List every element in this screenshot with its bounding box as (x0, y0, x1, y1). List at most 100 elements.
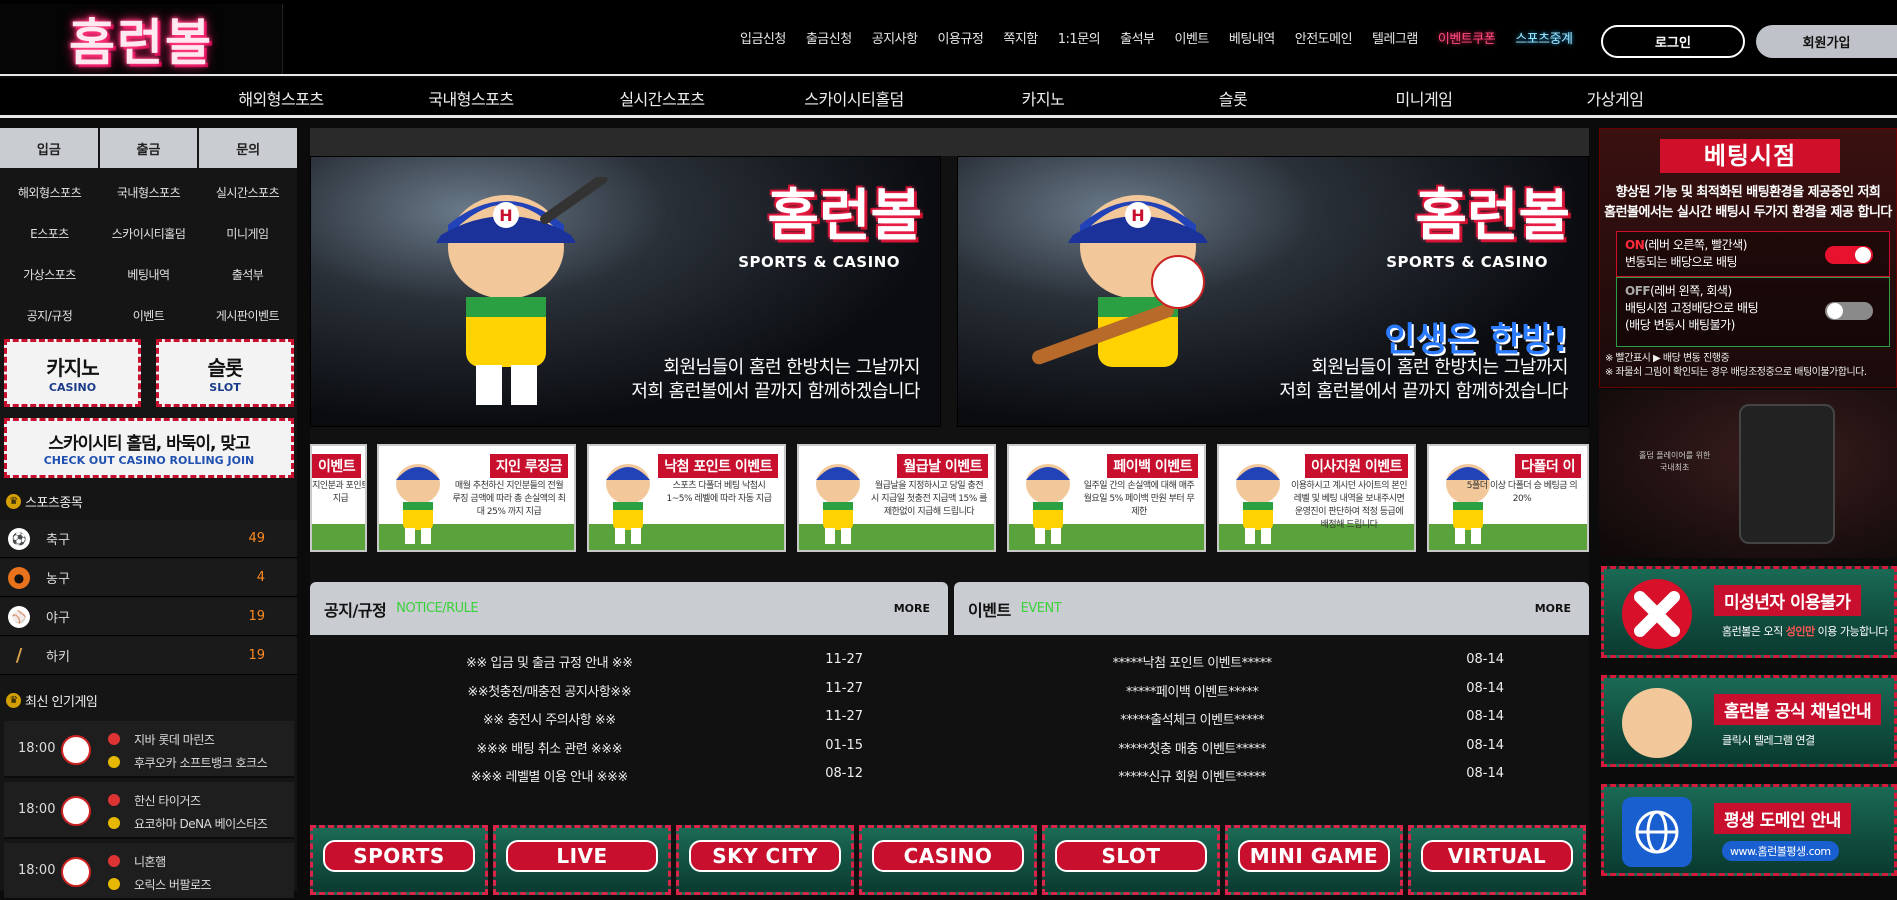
top-nav-item[interactable]: 1:1문의 (1048, 28, 1110, 47)
notice-row[interactable]: ※※※ 레벨별 이용 안내 ※※※ 08-12 (310, 759, 948, 787)
player-mascot-icon (593, 456, 663, 546)
site-logo[interactable]: 홈런볼 (0, 4, 283, 74)
sidebar-menu-item[interactable]: 게시판이벤트 (198, 295, 297, 336)
sidebar-menu-item[interactable]: 스카이시티홀덤 (99, 213, 198, 254)
toggle-switch-on[interactable] (1825, 246, 1873, 264)
game-row[interactable]: 18:00 한신 타이거즈 요코하마 DeNA 베이스타즈 (4, 782, 294, 839)
main-nav-item[interactable]: 슬롯 (1219, 86, 1248, 110)
join-button[interactable]: 회원가입 (1756, 25, 1897, 58)
promo-card[interactable]: 페이백 이벤트 일주일 간의 손실액에 대해 매주 월요일 5% 페이백 만원 부… (1007, 444, 1206, 552)
top-nav-item[interactable]: 이벤트 (1165, 28, 1219, 47)
top-nav-item[interactable]: 출금신청 (796, 28, 862, 47)
holdem-phone-banner[interactable]: 홀덤 플레이어를 위한 국내최초 (1599, 390, 1897, 558)
sidebar-menu-item[interactable]: 베팅내역 (99, 254, 198, 295)
promo-card[interactable]: 다폴더 이 5폴더 이상 다폴더 승 베팅금 의 20% (1427, 444, 1589, 552)
notice-row-title: ※※첫충전/매충전 공지사항※※ (467, 684, 632, 700)
sidebar-menu-item[interactable]: E스포츠 (0, 213, 99, 254)
sidebar-menu-item[interactable]: 해외형스포츠 (0, 172, 99, 213)
promo-card[interactable]: 낙첨 포인트 이벤트 스포츠 다폴더 베팅 낙첨시 1~5% 레벨에 따라 자동 … (587, 444, 786, 552)
event-row[interactable]: *****페이백 이벤트***** 08-14 (954, 674, 1589, 702)
sidebar-menu-item[interactable]: 실시간스포츠 (198, 172, 297, 213)
sidebar-menu-grid: 해외형스포츠 국내형스포츠 실시간스포츠 E스포츠 스카이시티홀덤 미니게임가상스포츠 베팅… (0, 172, 297, 336)
main-nav-item[interactable]: 실시간스포츠 (619, 86, 705, 110)
away-team: 오릭스 버팔로즈 (134, 878, 212, 892)
main-nav-item[interactable]: 해외형스포츠 (238, 86, 324, 110)
sidebar-menu-item[interactable]: 가상스포츠 (0, 254, 99, 295)
category-casino[interactable]: CASINO (859, 825, 1037, 895)
promo-desc: 5폴더 이상 다폴더 승 베팅금 의 20% (1466, 481, 1578, 504)
sport-count: 19 (248, 648, 265, 663)
top-nav-item[interactable]: 이용규정 (928, 28, 994, 47)
promo-title: 이벤트 (312, 454, 362, 478)
sidebar-menu-item[interactable]: 공지/규정 (0, 295, 99, 336)
promo-card[interactable]: 이사지원 이벤트 이용하시고 계시던 사이트의 본인 레벨 및 베팅 내역을 보내… (1217, 444, 1416, 552)
top-nav-item[interactable]: 공지사항 (862, 28, 928, 47)
casino-banner[interactable]: 카지노 CASINO (4, 339, 141, 407)
hero-banner-2[interactable]: H 홈런볼 SPORTS & CASINO 인생은 한방! 회원님들이 홈런 한… (957, 156, 1589, 427)
bet-timing-desc: 향상된 기능 및 최적화된 배팅환경을 제공중인 저희 홈런볼에서는 실시간 배팅… (1604, 185, 1892, 220)
tab-deposit[interactable]: 입금 (0, 128, 98, 168)
promo-card[interactable]: 지인 루징금 매월 추천하신 지인분들의 전월 루징 금액에 따라 총 손실액의 … (377, 444, 576, 552)
notice-more-link[interactable]: MORE (894, 602, 930, 615)
holdem-banner[interactable]: 스카이시티 홀덤, 바둑이, 맞고 CHECK OUT CASINO ROLLI… (4, 418, 294, 478)
top-nav-item[interactable]: 이벤트쿠폰 (1428, 28, 1505, 47)
top-nav-item[interactable]: 입금신청 (730, 28, 796, 47)
event-row[interactable]: *****신규 회원 이벤트***** 08-14 (954, 759, 1589, 787)
event-more-link[interactable]: MORE (1535, 602, 1571, 615)
slot-banner-sub: SLOT (209, 381, 241, 394)
adult-only-banner[interactable]: 미성년자 이용불가 홈런볼은 오직 성인만 이용 가능합니다 (1601, 566, 1897, 658)
main-nav-item[interactable]: 국내형스포츠 (428, 86, 514, 110)
game-row[interactable]: 18:00 지바 롯데 마린즈 후쿠오카 소프트뱅크 호크스 (4, 721, 294, 778)
sport-row[interactable]: ● 농구 4 (0, 559, 297, 597)
top-nav-item[interactable]: 스포츠중계 (1505, 28, 1582, 47)
event-row-title: *****첫충 매충 이벤트***** (1118, 741, 1266, 757)
top-nav-item[interactable]: 출석부 (1110, 28, 1164, 47)
notice-row-date: 08-12 (825, 766, 863, 781)
event-row[interactable]: *****낙첨 포인트 이벤트***** 08-14 (954, 645, 1589, 673)
sport-name: 야구 (46, 611, 70, 626)
category-mini-game[interactable]: MINI GAME (1225, 825, 1403, 895)
main-nav-item[interactable]: 가상게임 (1587, 86, 1644, 110)
category-virtual[interactable]: VIRTUAL (1408, 825, 1586, 895)
sport-count: 49 (248, 531, 265, 546)
hero-banner-1[interactable]: H 홈런볼 SPORTS & CASINO 회원님들이 홈런 한방치는 그날까지… (310, 156, 941, 427)
game-row[interactable]: 18:00 니혼햄 오릭스 버팔로즈 (4, 843, 294, 900)
sport-row[interactable]: ⚾ 야구 19 (0, 598, 297, 636)
sidebar-menu-item[interactable]: 국내형스포츠 (99, 172, 198, 213)
category-live[interactable]: LIVE (493, 825, 671, 895)
sport-row[interactable]: / 하키 19 (0, 637, 297, 675)
category-sky-city[interactable]: SKY CITY (676, 825, 854, 895)
domain-banner[interactable]: 평생 도메인 안내 www.홈런볼평생.com (1601, 784, 1897, 876)
event-row-date: 08-14 (1466, 709, 1504, 724)
main-nav: 해외형스포츠 국내형스포츠 실시간스포츠 스카이시티홀덤 카지노 슬롯 미니게임 가상게임 (0, 78, 1897, 118)
notice-row[interactable]: ※※첫충전/매충전 공지사항※※ 11-27 (310, 674, 948, 702)
svg-text:H: H (499, 206, 512, 225)
main-nav-item[interactable]: 미니게임 (1396, 86, 1453, 110)
notice-row[interactable]: ※※ 입금 및 출금 규정 안내 ※※ 11-27 (310, 645, 948, 673)
notice-row[interactable]: ※※※ 배팅 취소 관련 ※※※ 01-15 (310, 731, 948, 759)
top-nav-item[interactable]: 베팅내역 (1219, 28, 1285, 47)
tab-inquiry[interactable]: 문의 (199, 128, 298, 168)
main-nav-item[interactable]: 스카이시티홀덤 (804, 86, 904, 110)
telegram-channel-banner[interactable]: 홈런볼 공식 채널안내 클릭시 텔레그램 연결 (1601, 675, 1897, 767)
sidebar-menu-item[interactable]: 출석부 (198, 254, 297, 295)
promo-card[interactable]: 이벤트 지인분과 포인트 지급 (310, 444, 367, 552)
slot-banner[interactable]: 슬롯 SLOT (156, 339, 294, 407)
top-nav-item[interactable]: 텔레그램 (1362, 28, 1428, 47)
top-nav-item[interactable]: 안전도메인 (1285, 28, 1362, 47)
event-row[interactable]: *****출석체크 이벤트***** 08-14 (954, 702, 1589, 730)
main-nav-item[interactable]: 카지노 (1022, 86, 1065, 110)
sport-count: 19 (248, 609, 265, 624)
notice-row[interactable]: ※※ 충전시 주의사항 ※※ 11-27 (310, 702, 948, 730)
top-nav-item[interactable]: 쪽지함 (993, 28, 1047, 47)
sport-row[interactable]: ⚽ 축구 49 (0, 520, 297, 558)
tab-withdraw[interactable]: 출금 (99, 128, 198, 168)
category-sports[interactable]: SPORTS (310, 825, 488, 895)
promo-card[interactable]: 월급날 이벤트 월급날을 지정하시고 당일 충전 시 지급일 첫충전 지급액 15… (797, 444, 996, 552)
login-button[interactable]: 로그인 (1601, 25, 1745, 58)
event-row[interactable]: *****첫충 매충 이벤트***** 08-14 (954, 731, 1589, 759)
category-slot[interactable]: SLOT (1042, 825, 1220, 895)
toggle-switch-off[interactable] (1825, 302, 1873, 320)
sidebar-menu-item[interactable]: 미니게임 (198, 213, 297, 254)
sidebar-menu-item[interactable]: 이벤트 (99, 295, 198, 336)
